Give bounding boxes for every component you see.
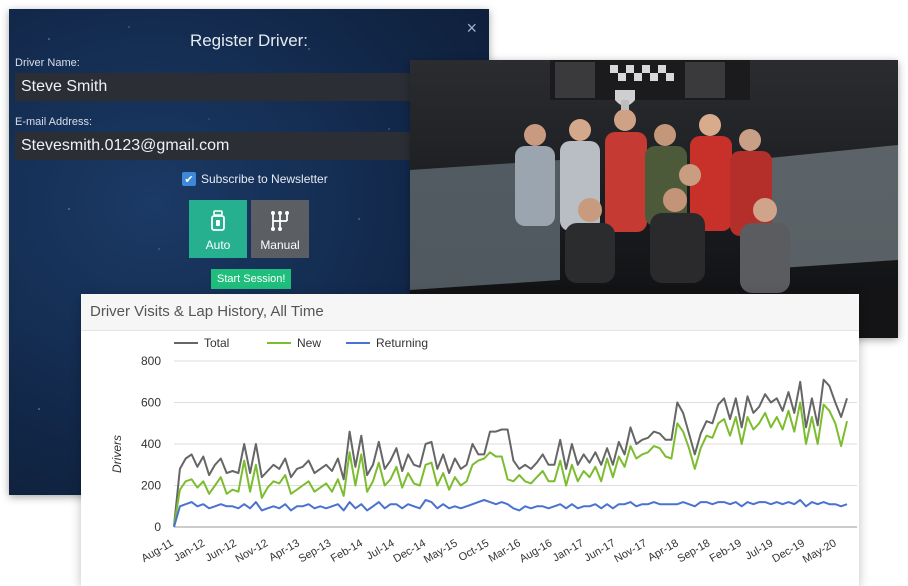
x-tick-label: Jan-12 <box>172 537 207 564</box>
x-tick-label: Mar-16 <box>487 537 523 565</box>
auto-transmission-button[interactable]: Auto <box>189 200 247 258</box>
x-tick-label: Jan-17 <box>551 537 586 564</box>
x-tick-label: Aug-16 <box>518 537 555 565</box>
x-tick-label: Oct-15 <box>457 537 492 564</box>
x-tick-label: Apr-13 <box>267 537 302 564</box>
x-tick-label: Jun-17 <box>582 537 617 564</box>
y-tick-label: 200 <box>141 479 161 493</box>
manual-transmission-button[interactable]: Manual <box>251 200 309 258</box>
legend-label-returning: Returning <box>376 336 428 350</box>
x-tick-label: Jun-12 <box>204 537 239 564</box>
x-tick-label: Feb-14 <box>329 537 365 565</box>
register-title: Register Driver: <box>189 31 309 50</box>
x-tick-label: Dec-19 <box>770 537 807 565</box>
newsletter-checkbox[interactable]: ✔ <box>182 172 196 186</box>
legend-label-total: Total <box>204 336 229 350</box>
automatic-shifter-icon <box>211 210 225 231</box>
newsletter-checkbox-row[interactable]: ✔ Subscribe to Newsletter <box>182 172 328 186</box>
manual-gearbox-icon <box>271 211 289 231</box>
x-tick-label: Aug-11 <box>139 537 175 565</box>
legend-label-new: New <box>297 336 321 350</box>
y-tick-label: 600 <box>141 396 161 410</box>
visits-chart-card: Driver Visits & Lap History, All Time 0 2… <box>81 294 859 586</box>
y-tick-label: 800 <box>141 354 161 368</box>
series-line-returning <box>173 499 848 528</box>
driver-name-label: Driver Name: <box>15 57 80 69</box>
email-label: E-mail Address: <box>15 116 93 128</box>
x-tick-label: Sep-13 <box>297 537 334 565</box>
x-tick-label: Feb-19 <box>708 537 744 565</box>
chart-title: Driver Visits & Lap History, All Time <box>81 294 859 331</box>
y-axis-label: Drivers <box>110 435 124 473</box>
close-icon[interactable]: × <box>466 19 477 37</box>
x-tick-label: Apr-18 <box>646 537 681 564</box>
y-tick-label: 0 <box>154 520 161 534</box>
x-tick-label: Jul-14 <box>365 537 397 562</box>
x-tick-label: Dec-14 <box>391 537 428 565</box>
x-tick-label: May-20 <box>801 537 839 566</box>
x-tick-label: Jul-19 <box>743 537 775 562</box>
manual-label: Manual <box>260 238 300 252</box>
x-tick-label: May-15 <box>422 537 460 566</box>
start-session-button[interactable]: Start Session! <box>211 269 292 289</box>
visits-line-chart: 0200400600800DriversAug-11Jan-12Jun-12No… <box>110 336 857 566</box>
auto-label: Auto <box>205 238 231 252</box>
newsletter-label: Subscribe to Newsletter <box>201 172 328 186</box>
x-tick-label: Sep-18 <box>675 537 712 565</box>
x-tick-label: Nov-17 <box>612 537 649 565</box>
x-tick-label: Nov-12 <box>233 537 270 565</box>
y-tick-label: 400 <box>141 437 161 451</box>
